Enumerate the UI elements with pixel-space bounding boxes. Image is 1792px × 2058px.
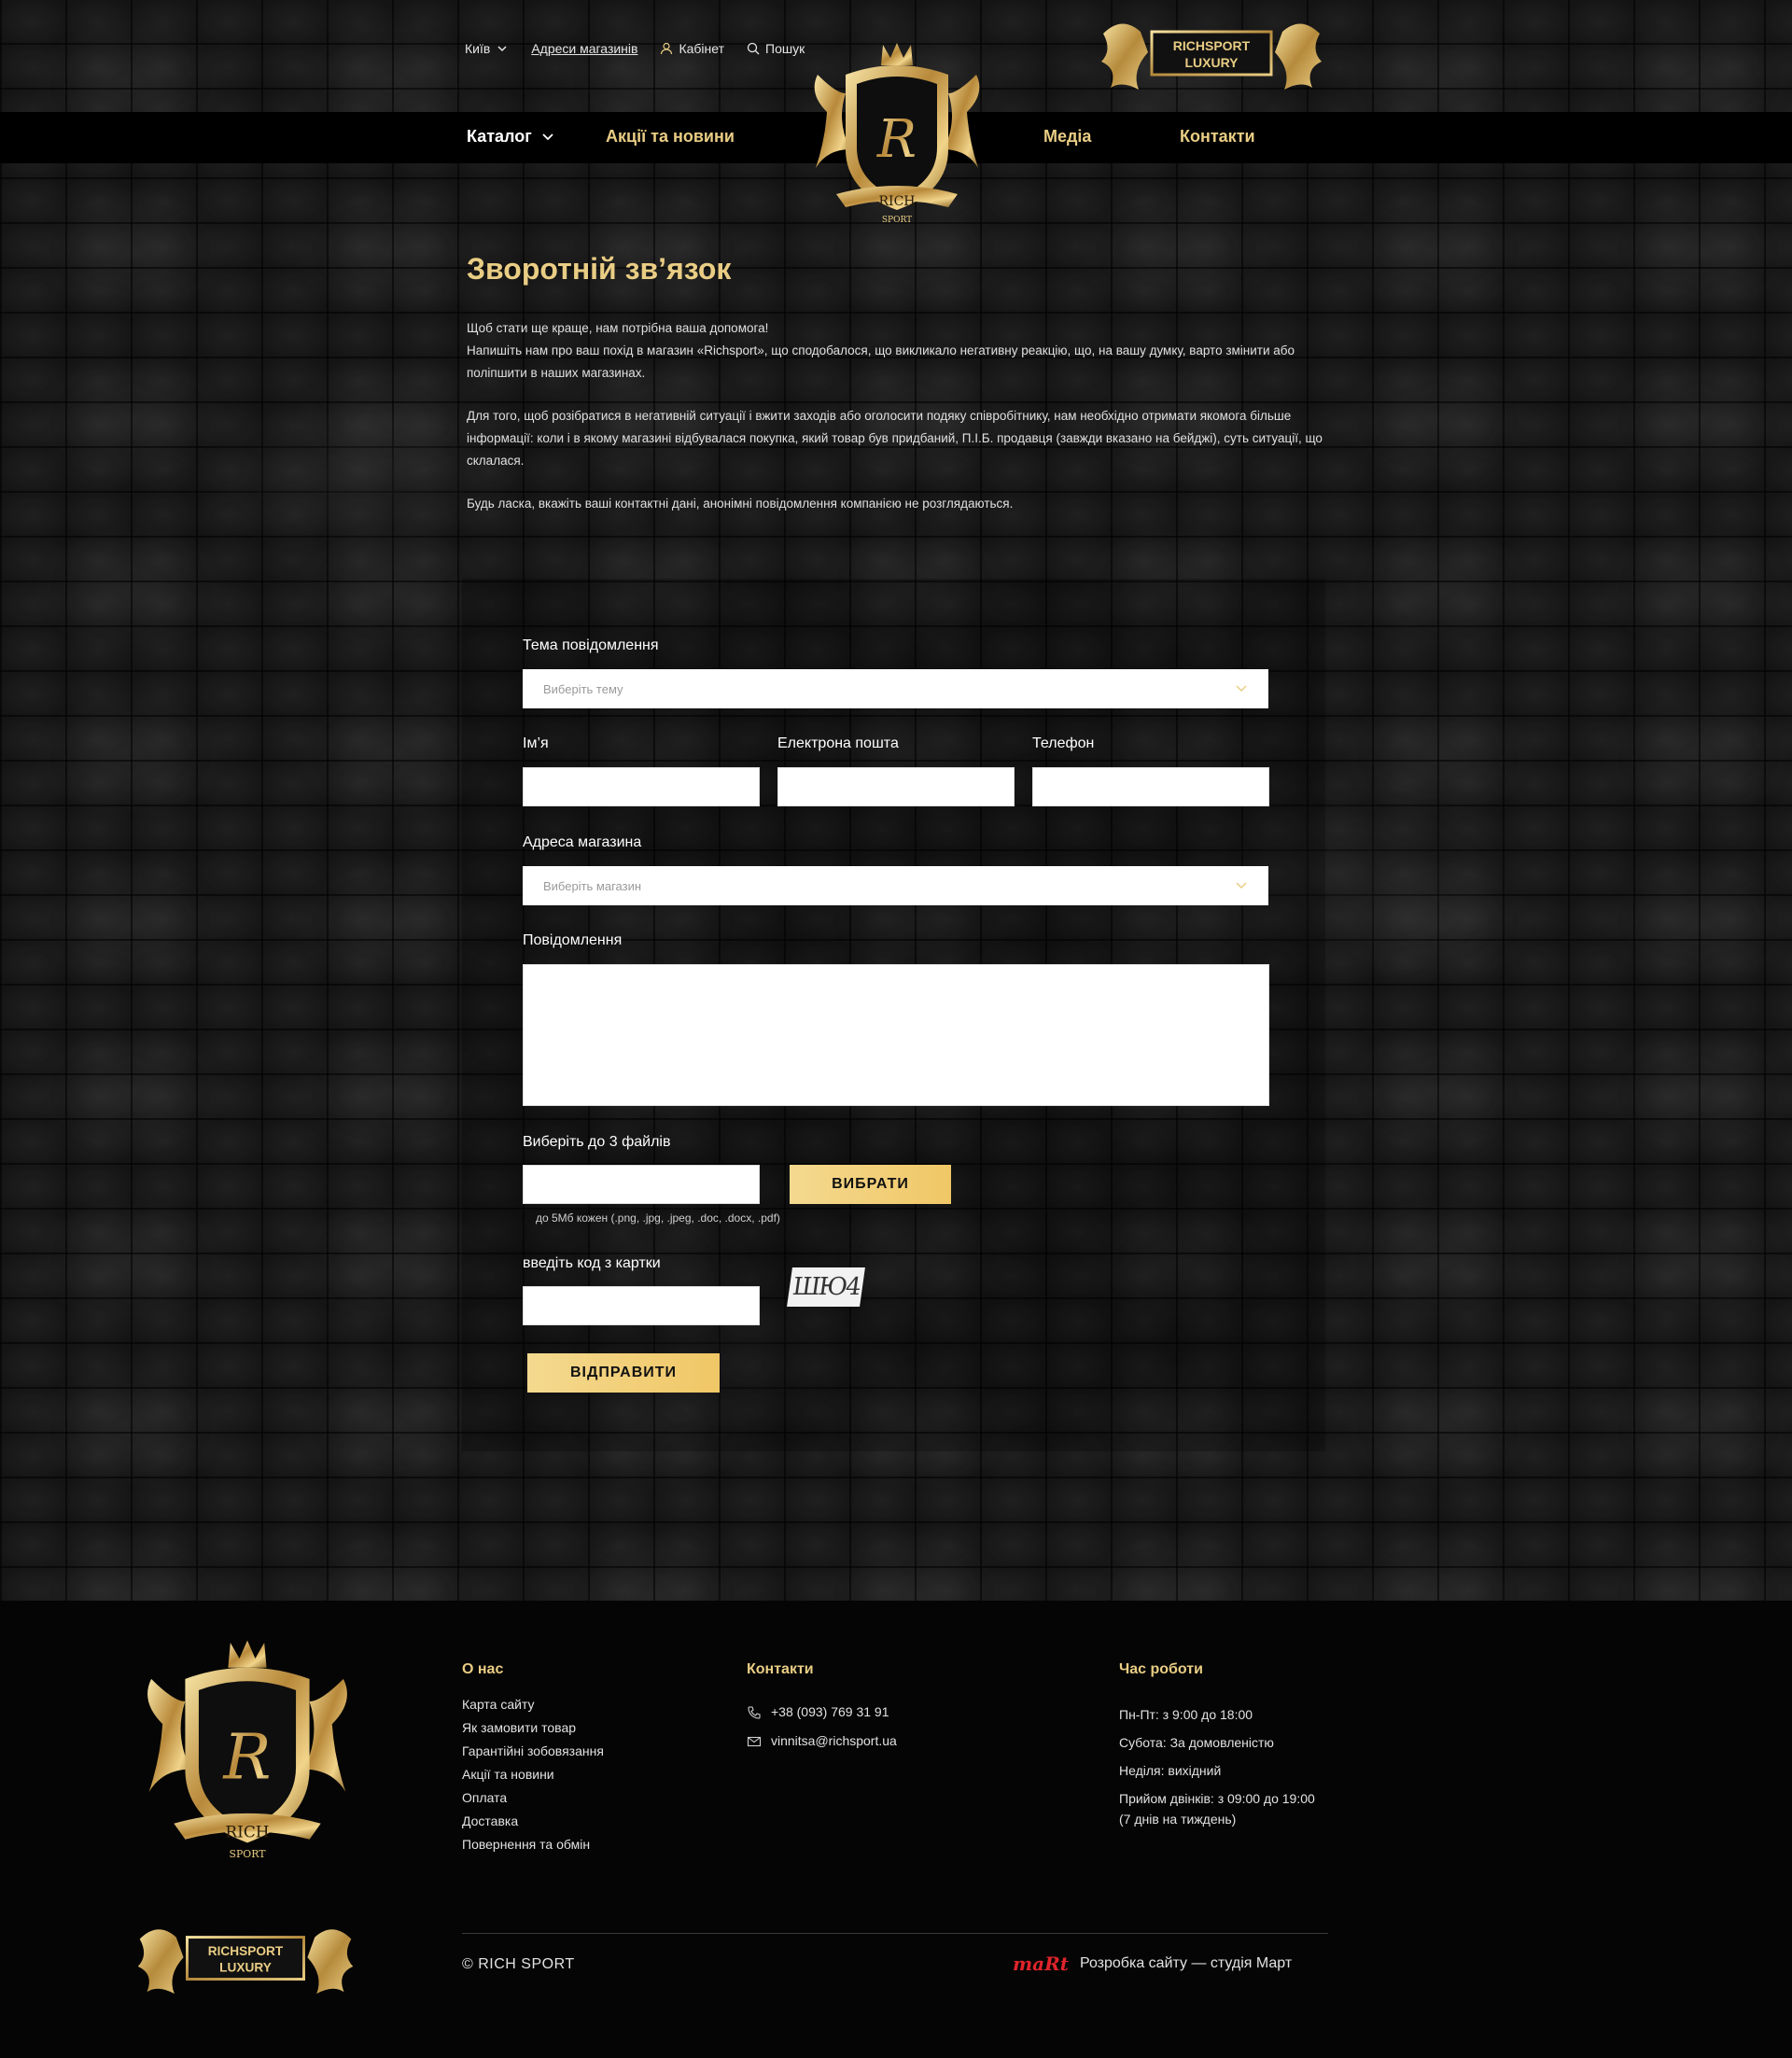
footer-about-title: О нас bbox=[462, 1661, 504, 1677]
captcha-label: введіть код з картки bbox=[523, 1255, 661, 1271]
captcha-input[interactable] bbox=[523, 1286, 760, 1325]
footer-crest-logo[interactable]: R RICH SPORT bbox=[140, 1633, 355, 1871]
store-select[interactable]: Виберіть магазин bbox=[523, 866, 1268, 905]
intro-line-2: Напишіть нам про ваш похід в магазин «Ri… bbox=[467, 343, 1295, 380]
crest-ribbon2: SPORT bbox=[882, 216, 912, 225]
nav-contacts[interactable]: Контакти bbox=[1180, 127, 1255, 147]
stores-link[interactable]: Адреси магазинів bbox=[531, 41, 637, 56]
hours-line: (7 днів на тиждень) bbox=[1119, 1812, 1237, 1827]
city-selector[interactable]: Київ bbox=[465, 41, 509, 56]
footer-link[interactable]: Доставка bbox=[462, 1810, 604, 1833]
studio-logo: maRt bbox=[1013, 1953, 1069, 1975]
chevron-down-icon bbox=[1236, 685, 1247, 693]
footer-phone: +38 (093) 769 31 91 bbox=[771, 1704, 889, 1719]
studio-text: Розробка сайту — студія Март bbox=[1079, 1955, 1293, 1971]
page-title: Зворотній зв’язок bbox=[467, 252, 732, 286]
city-label: Київ bbox=[465, 41, 491, 56]
subject-select[interactable]: Виберіть тему bbox=[523, 669, 1268, 708]
intro-paragraph-3: Будь ласка, вкажіть ваші контактні дані,… bbox=[467, 497, 1014, 511]
intro-paragraph-2: Для того, щоб розібратися в негативній с… bbox=[467, 409, 1323, 468]
footer-crest-ribbon1: RICH bbox=[225, 1822, 269, 1841]
footer-email-row[interactable]: vinnitsa@richsport.ua bbox=[747, 1729, 897, 1753]
footer-link[interactable]: Як замовити товар bbox=[462, 1716, 604, 1740]
top-links: Київ Адреси магазинів Кабінет Пошук bbox=[465, 41, 805, 56]
footer-about-links: Карта сайту Як замовити товар Гарантійні… bbox=[462, 1693, 604, 1856]
footer-contacts-title: Контакти bbox=[747, 1661, 814, 1677]
message-textarea[interactable] bbox=[523, 964, 1269, 1106]
footer-hours: Пн-Пт: з 9:00 до 18:00 Субота: За домовл… bbox=[1119, 1701, 1315, 1826]
search-icon bbox=[747, 42, 760, 55]
badge-line1: RICHSPORT bbox=[1173, 38, 1251, 53]
name-input[interactable] bbox=[523, 767, 760, 806]
copyright: © RICH SPORT bbox=[462, 1956, 575, 1972]
chevron-down-icon bbox=[542, 133, 553, 140]
footer-crest-letter: R bbox=[221, 1719, 271, 1793]
nav-promos[interactable]: Акції та новини bbox=[606, 127, 735, 147]
footer-badge-line2: LUXURY bbox=[219, 1961, 272, 1975]
store-placeholder: Виберіть магазин bbox=[543, 878, 642, 893]
footer-phone-row[interactable]: +38 (093) 769 31 91 bbox=[747, 1701, 897, 1724]
nav-catalog[interactable]: Каталог bbox=[467, 127, 554, 147]
footer-divider bbox=[462, 1933, 1328, 1934]
message-label: Повідомлення bbox=[523, 932, 623, 948]
chevron-down-icon bbox=[497, 46, 507, 52]
footer-luxury-badge[interactable]: RICHSPORT LUXURY bbox=[126, 1921, 365, 1999]
footer-crest-ribbon2: SPORT bbox=[230, 1848, 267, 1860]
footer-hours-title: Час роботи bbox=[1119, 1661, 1203, 1677]
crest-letter: R bbox=[876, 109, 917, 170]
cabinet-link[interactable]: Кабінет bbox=[660, 41, 724, 56]
files-hint: до 5Мб кожен (.png, .jpg, .jpeg, .doc, .… bbox=[536, 1211, 780, 1225]
user-icon bbox=[661, 42, 673, 55]
studio-credit[interactable]: maRt Розробка сайту — студія Март bbox=[1013, 1953, 1292, 1975]
footer-contacts: +38 (093) 769 31 91 vinnitsa@richsport.u… bbox=[747, 1701, 897, 1758]
footer-link[interactable]: Карта сайту bbox=[462, 1693, 604, 1716]
intro-line-1: Щоб стати ще краще, нам потрібна ваша до… bbox=[467, 321, 769, 335]
cabinet-label: Кабінет bbox=[679, 41, 725, 56]
footer-link[interactable]: Гарантійні зобовязання bbox=[462, 1740, 604, 1763]
hours-line: Субота: За домовленістю bbox=[1119, 1735, 1274, 1750]
badge-line2: LUXURY bbox=[1184, 55, 1239, 70]
captcha-image: ШЮ4 bbox=[787, 1267, 865, 1307]
submit-button[interactable]: ВІДПРАВИТИ bbox=[527, 1353, 720, 1393]
email-label: Електрона пошта bbox=[777, 735, 899, 751]
store-label: Адреса магазина bbox=[523, 834, 642, 850]
nav-media[interactable]: Медіа bbox=[1043, 127, 1091, 147]
mail-icon bbox=[747, 1736, 762, 1746]
phone-label: Телефон bbox=[1032, 735, 1095, 751]
subject-placeholder: Виберіть тему bbox=[543, 681, 623, 696]
files-input[interactable] bbox=[523, 1165, 760, 1204]
richsport-crest-logo[interactable]: R RICH SPORT bbox=[808, 37, 986, 233]
search-link[interactable]: Пошук bbox=[747, 41, 805, 56]
intro-text: Щоб стати ще краще, нам потрібна ваша до… bbox=[467, 317, 1335, 536]
chevron-down-icon bbox=[1236, 882, 1247, 889]
hours-line: Пн-Пт: з 9:00 до 18:00 bbox=[1119, 1707, 1253, 1722]
footer-badge-line1: RICHSPORT bbox=[208, 1944, 284, 1958]
richsport-luxury-badge[interactable]: RICHSPORT LUXURY bbox=[1094, 15, 1329, 95]
files-label: Виберіть до 3 файлів bbox=[523, 1134, 671, 1150]
footer-link[interactable]: Акції та новини bbox=[462, 1763, 604, 1786]
search-label: Пошук bbox=[765, 41, 805, 56]
choose-files-button[interactable]: ВИБРАТИ bbox=[790, 1165, 951, 1204]
footer-email: vinnitsa@richsport.ua bbox=[771, 1733, 897, 1748]
subject-label: Тема повідомлення bbox=[523, 637, 659, 653]
footer-link[interactable]: Оплата bbox=[462, 1786, 604, 1810]
phone-input[interactable] bbox=[1032, 767, 1269, 806]
nav-catalog-label: Каталог bbox=[467, 127, 532, 146]
phone-icon bbox=[748, 1705, 761, 1719]
footer-link[interactable]: Повернення та обмін bbox=[462, 1833, 604, 1856]
name-label: Ім’я bbox=[523, 735, 549, 751]
crest-ribbon1: RICH bbox=[879, 194, 916, 209]
hours-line: Прийом двінків: з 09:00 до 19:00 bbox=[1119, 1791, 1315, 1806]
hours-line: Неділя: вихідний bbox=[1119, 1763, 1222, 1778]
email-input[interactable] bbox=[777, 767, 1015, 806]
